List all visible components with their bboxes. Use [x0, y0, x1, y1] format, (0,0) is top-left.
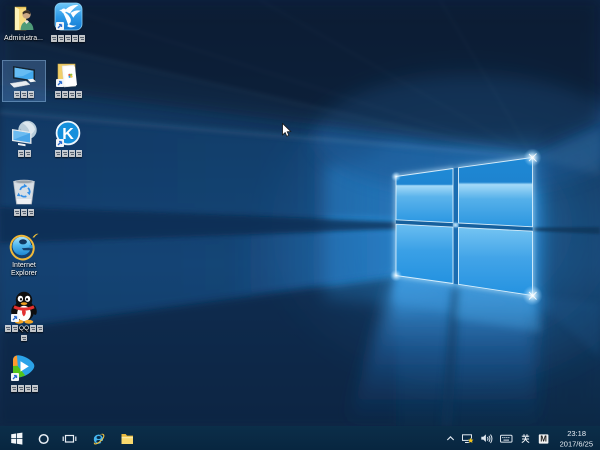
svg-text:K: K [62, 126, 74, 143]
svg-text:2017/6/25: 2017/6/25 [560, 440, 593, 449]
svg-text:M: M [540, 435, 547, 444]
svg-text:23:18: 23:18 [567, 429, 586, 438]
